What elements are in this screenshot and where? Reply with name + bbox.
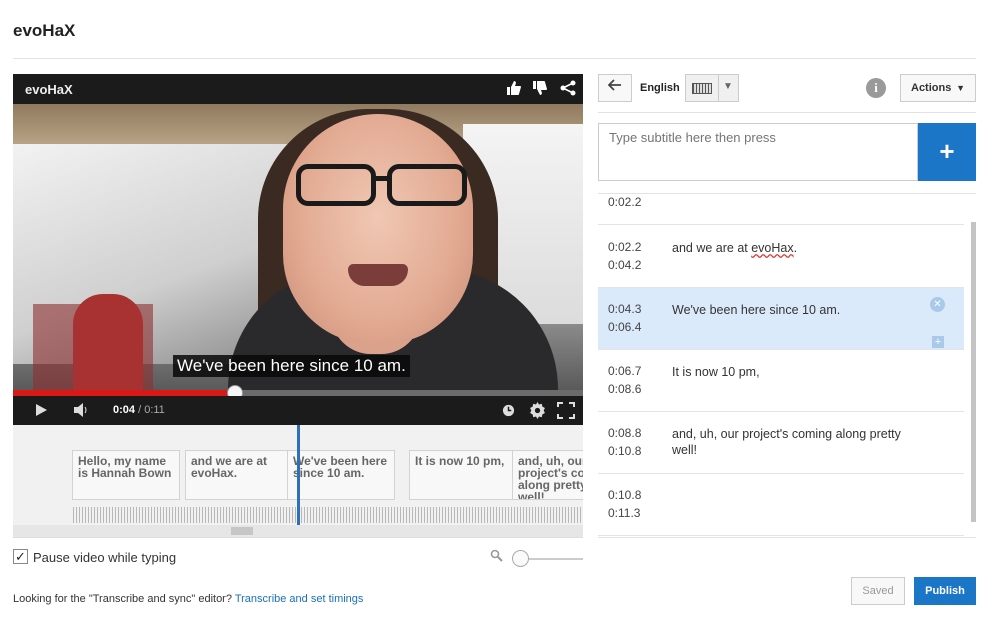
subtitle-row[interactable]: 0:02.2 [598,194,964,225]
footer-note: Looking for the "Transcribe and sync" ed… [13,593,363,605]
subtitle-text[interactable]: It is now 10 pm, [672,364,912,380]
volume-icon[interactable] [73,403,89,420]
subtitle-row[interactable]: 0:02.2 0:04.2 and we are at evoHax. [598,226,964,288]
insert-icon[interactable]: + [932,336,944,348]
chevron-down-icon: ▼ [723,81,733,92]
info-icon[interactable]: i [866,78,886,98]
actions-label: Actions [911,82,952,94]
keyboard-icon [692,83,712,94]
transcribe-link[interactable]: Transcribe and set timings [235,593,364,605]
publish-button[interactable]: Publish [914,577,976,605]
start-time[interactable]: 0:02.2 [608,240,641,254]
add-subtitle-button[interactable]: + [918,123,976,181]
start-time[interactable]: 0:04.3 [608,302,641,316]
start-time[interactable]: 0:06.7 [608,364,641,378]
end-time[interactable]: 0:02.2 [608,195,641,209]
pause-video-checkbox[interactable]: ✓ [13,549,28,564]
subtitle-input[interactable] [598,123,918,181]
video-title[interactable]: evoHaX [25,82,73,97]
clock-icon[interactable] [502,404,515,420]
gear-icon[interactable] [529,402,546,422]
end-time[interactable]: 0:06.4 [608,320,641,334]
subtitle-row[interactable]: 0:06.7 0:08.6 It is now 10 pm, [598,350,964,412]
saved-button[interactable]: Saved [851,577,905,605]
page-title: evoHaX [13,21,76,40]
start-time[interactable]: 0:10.8 [608,488,641,502]
divider [13,58,976,59]
subtitle-caption: We've been here since 10 am. [173,355,410,377]
subtitle-text[interactable]: We've been here since 10 am. [672,302,912,318]
timeline-scroll-thumb[interactable] [231,527,253,535]
total-time: / 0:11 [135,404,165,416]
chevron-down-icon: ▼ [956,83,965,93]
timeline-cue[interactable]: and we are at evoHax. [185,450,293,500]
video-frame[interactable] [13,104,583,390]
timeline-playhead[interactable] [297,425,300,525]
start-time[interactable]: 0:08.8 [608,426,641,440]
back-button[interactable] [598,74,632,102]
zoom-icon [490,549,503,565]
subtitle-row-active[interactable]: 0:04.3 0:06.4 We've been here since 10 a… [598,288,964,350]
language-label: English [640,82,680,94]
thumbs-down-icon[interactable] [531,80,549,98]
video-player[interactable]: evoHaX We've been here since 10 am. 0:04… [13,74,583,425]
zoom-slider-handle[interactable] [512,550,529,567]
actions-button[interactable]: Actions ▼ [900,74,976,102]
end-time[interactable]: 0:08.6 [608,382,641,396]
player-controls: 0:04 / 0:11 [13,396,583,425]
keyboard-shortcuts-button[interactable]: ▼ [685,74,739,102]
pause-video-label[interactable]: Pause video while typing [33,550,176,565]
thumbs-up-icon[interactable] [505,80,523,98]
player-header: evoHaX [13,74,583,104]
subtitle-list: 0:02.2 0:02.2 0:04.2 and we are at evoHa… [598,194,964,537]
subtitle-row[interactable]: 0:08.8 0:10.8 and, uh, our project's com… [598,412,964,474]
timeline-cue[interactable]: Hello, my name is Hannah Bown [72,450,180,500]
audio-waveform [73,507,583,523]
subtitle-text[interactable]: and we are at evoHax. [672,240,912,256]
subtitle-text[interactable]: and, uh, our project's coming along pret… [672,426,912,458]
timeline-cue[interactable]: We've been here since 10 am. [287,450,395,500]
subtitle-timeline[interactable]: Hello, my name is Hannah Bown and we are… [13,425,583,538]
end-time[interactable]: 0:11.3 [608,506,640,520]
timeline-cue[interactable]: It is now 10 pm, [409,450,517,500]
play-icon[interactable] [33,402,49,421]
end-time[interactable]: 0:10.8 [608,444,641,458]
end-time[interactable]: 0:04.2 [608,258,641,272]
subtitle-row[interactable]: 0:10.8 0:11.3 [598,474,964,536]
subtitle-list-scrollbar[interactable] [971,222,976,522]
footer-text: Looking for the "Transcribe and sync" ed… [13,593,235,605]
share-icon[interactable] [559,80,577,98]
fullscreen-icon[interactable] [557,402,575,422]
current-time: 0:04 [113,404,136,416]
delete-icon[interactable]: ✕ [930,297,945,312]
timeline-cue[interactable]: and, uh, our project's coming along pret… [512,450,583,500]
timeline-scrollbar[interactable] [13,525,583,537]
time-display: 0:04 / 0:11 [113,404,165,416]
